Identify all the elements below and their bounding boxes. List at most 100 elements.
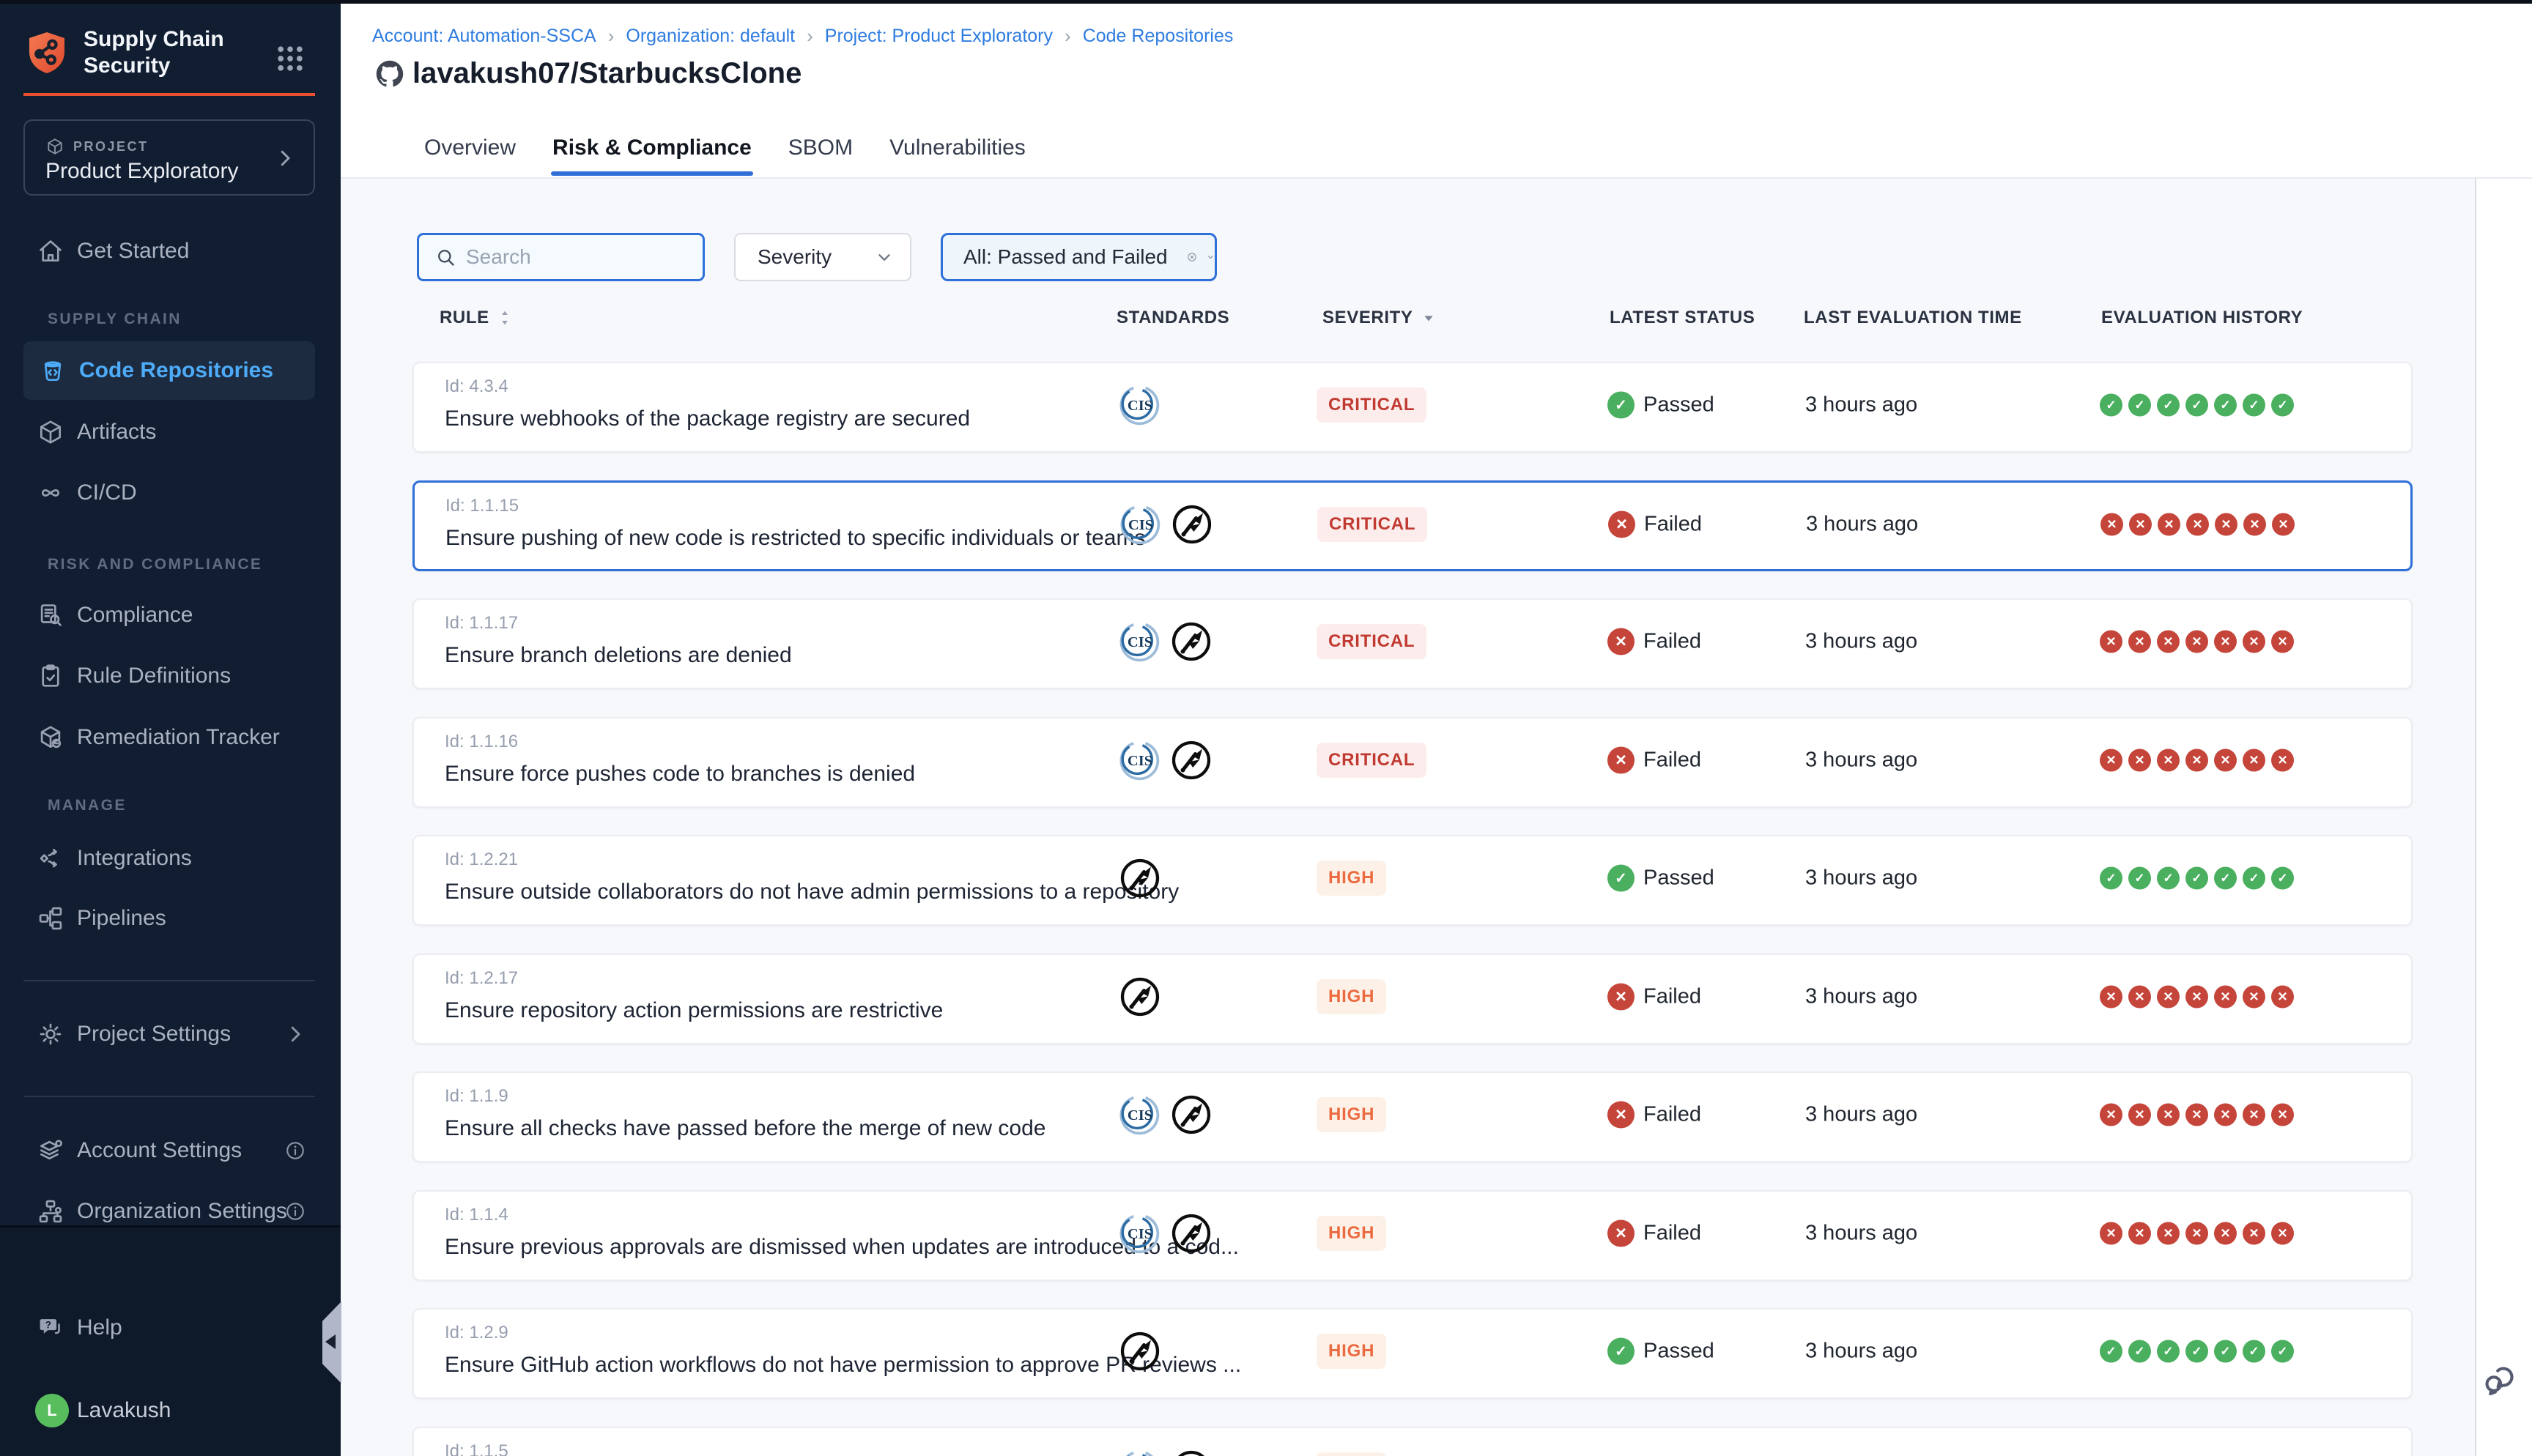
sidebar-item-integrations[interactable]: Integrations (0, 829, 341, 888)
info-icon[interactable] (284, 1200, 306, 1222)
cis-icon: CIS (1118, 1211, 1162, 1255)
severity-cell: HIGH (1317, 1334, 1386, 1369)
history-failed-icon: ✕ (2271, 749, 2294, 772)
tab-overview[interactable]: Overview (423, 117, 517, 179)
history-passed-icon: ✓ (2185, 867, 2208, 890)
main-content: Severity All: Passed and Failed RULESTAN… (341, 179, 2475, 1456)
history-failed-icon: ✕ (2214, 986, 2237, 1009)
table-row[interactable]: Id: 1.2.9Ensure GitHub action workflows … (412, 1308, 2413, 1399)
evaluation-history-cell: ✓✓✓✓✓✓✓ (2100, 867, 2300, 890)
sidebar-item-remediation-tracker[interactable]: Remediation Tracker (0, 708, 341, 767)
evaluation-history-cell: ✕✕✕✕✕✕✕ (2100, 631, 2300, 653)
history-failed-icon: ✕ (2186, 513, 2209, 536)
last-evaluation-time: 3 hours ago (1805, 749, 1917, 773)
breadcrumb-link[interactable]: Account: Automation-SSCA (372, 26, 596, 47)
project-selector[interactable]: PROJECT Product Exploratory (23, 119, 315, 196)
rule-title: Ensure repository action permissions are… (445, 998, 943, 1023)
collapse-arrow-icon (325, 1334, 336, 1349)
history-failed-icon: ✕ (2128, 986, 2151, 1009)
support-chat-icon[interactable] (2482, 1361, 2520, 1399)
sidebar-item-code-repositories[interactable]: Code Repositories (23, 341, 315, 400)
history-failed-icon: ✕ (2243, 1104, 2265, 1126)
history-passed-icon: ✓ (2100, 394, 2122, 417)
cis-icon: CIS (1118, 1448, 1162, 1456)
table-row[interactable]: Id: 1.1.4Ensure previous approvals are d… (412, 1190, 2413, 1281)
app-launcher-grid-icon[interactable] (274, 42, 306, 75)
sidebar-item-get-started[interactable]: Get Started (0, 222, 341, 281)
sidebar-item-label: Remediation Tracker (77, 725, 280, 750)
sidebar-divider (23, 980, 315, 981)
status-label: Failed (1643, 985, 1701, 1009)
cis-icon: CIS (1118, 620, 1162, 664)
sidebar-item-label: Artifacts (77, 420, 156, 445)
latest-status-cell: ✓Passed (1607, 1338, 1714, 1365)
severity-cell: HIGH (1317, 1097, 1386, 1132)
breadcrumb-separator: › (1065, 25, 1071, 48)
sidebar-item-label: Project Settings (77, 1022, 231, 1047)
owasp-icon (1169, 1448, 1213, 1456)
sidebar-item-pipelines[interactable]: Pipelines (0, 889, 341, 948)
history-failed-icon: ✕ (2271, 1222, 2294, 1245)
sidebar-item-artifacts[interactable]: Artifacts (0, 403, 341, 461)
breadcrumb-separator: › (608, 25, 615, 48)
history-failed-icon: ✕ (2129, 513, 2152, 536)
table-row[interactable]: Id: 1.1.16Ensure force pushes code to br… (412, 717, 2413, 808)
last-evaluation-time: 3 hours ago (1805, 866, 1917, 891)
chevron-right-icon (284, 1023, 306, 1045)
latest-status-cell: ✕Failed (1607, 1220, 1701, 1247)
history-failed-icon: ✕ (2272, 513, 2295, 536)
cis-icon: CIS (1119, 502, 1163, 546)
last-evaluation-time: 3 hours ago (1805, 630, 1917, 654)
table-row[interactable]: Id: 4.3.4Ensure webhooks of the package … (412, 362, 2413, 453)
history-failed-icon: ✕ (2185, 1104, 2208, 1126)
sidebar-item-label: Organization Settings (77, 1199, 287, 1224)
svg-text:CIS: CIS (1128, 398, 1152, 414)
tab-vulnerabilities[interactable]: Vulnerabilities (888, 117, 1027, 179)
table-row[interactable]: Id: 1.2.17Ensure repository action permi… (412, 954, 2413, 1044)
evaluation-history-cell: ✕✕✕✕✕✕✕ (2100, 986, 2300, 1009)
history-passed-icon: ✓ (2214, 867, 2237, 890)
sidebar-item-rule-definitions[interactable]: Rule Definitions (0, 647, 341, 705)
breadcrumb-separator: › (807, 25, 813, 48)
passed-status-icon: ✓ (1607, 865, 1635, 892)
table-row[interactable]: Id: 1.1.17Ensure branch deletions are de… (412, 598, 2413, 689)
doc-search-icon (37, 601, 64, 629)
info-icon[interactable] (284, 1140, 306, 1162)
table-row[interactable]: Id: 1.2.21Ensure outside collaborators d… (412, 835, 2413, 926)
severity-badge: HIGH (1317, 1097, 1386, 1132)
sidebar-item-project-settings[interactable]: Project Settings (0, 1005, 341, 1063)
history-passed-icon: ✓ (2128, 1340, 2151, 1363)
history-passed-icon: ✓ (2243, 1340, 2265, 1363)
table-row[interactable]: Id: 1.1.9Ensure all checks have passed b… (412, 1071, 2413, 1162)
history-failed-icon: ✕ (2271, 631, 2294, 653)
sidebar-item-ci-cd[interactable]: CI/CD (0, 464, 341, 522)
history-passed-icon: ✓ (2128, 867, 2151, 890)
sidebar-footer: ? Help L Lavakush (0, 1225, 341, 1456)
sidebar-item-label: Get Started (77, 239, 189, 264)
breadcrumb-link[interactable]: Project: Product Exploratory (825, 26, 1053, 47)
table-row[interactable]: Id: 1.1.15Ensure pushing of new code is … (412, 480, 2413, 571)
cis-icon: CIS (1118, 383, 1162, 427)
sidebar-user[interactable]: L Lavakush (0, 1381, 341, 1440)
sidebar-item-help[interactable]: ? Help (0, 1299, 341, 1357)
github-icon (376, 60, 404, 88)
history-failed-icon: ✕ (2243, 749, 2265, 772)
tab-risk-compliance[interactable]: Risk & Compliance (551, 117, 753, 179)
history-passed-icon: ✓ (2271, 394, 2294, 417)
history-failed-icon: ✕ (2157, 1222, 2180, 1245)
status-label: Failed (1643, 1103, 1701, 1127)
avatar: L (35, 1394, 69, 1427)
table-row[interactable]: Id: 1.1.5CISHIGH✕Failed3 hours ago✕✕✕✕✕✕… (412, 1427, 2413, 1456)
tab-sbom[interactable]: SBOM (787, 117, 854, 179)
sidebar-item-account-settings[interactable]: Account Settings (0, 1121, 341, 1180)
tab-bar: Overview Risk & Compliance SBOM Vulnerabili… (423, 117, 1061, 179)
box-wrench-icon (37, 724, 64, 751)
rule-id: Id: 1.1.16 (445, 732, 518, 752)
brand-accent-rule (23, 93, 315, 96)
sidebar-item-compliance[interactable]: Compliance (0, 586, 341, 645)
history-failed-icon: ✕ (2157, 631, 2180, 653)
rule-id: Id: 1.1.5 (445, 1441, 508, 1456)
breadcrumb-link[interactable]: Code Repositories (1083, 26, 1234, 47)
breadcrumb-link[interactable]: Organization: default (626, 26, 795, 47)
window-top-edge (0, 0, 2532, 4)
